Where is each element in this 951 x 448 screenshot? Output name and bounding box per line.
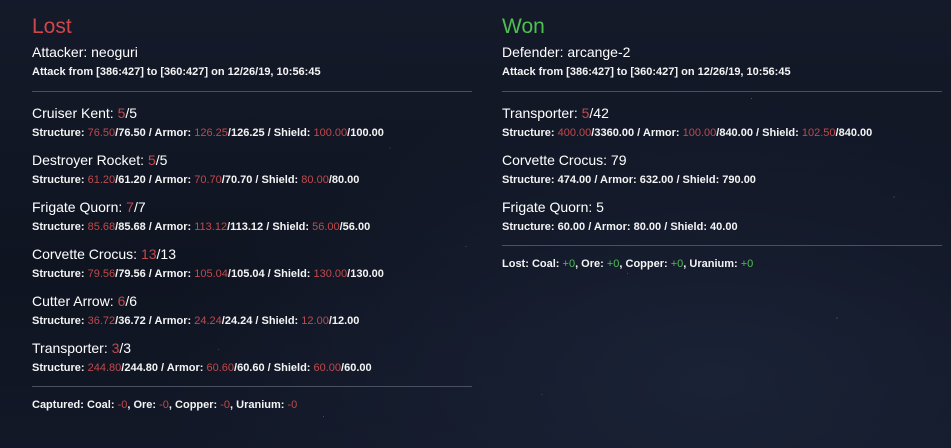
ship-stats: Structure: 85.68/85.68 / Armor: 113.12/1… [32, 221, 371, 233]
battle-result-won: Won [502, 15, 545, 38]
ship-entry: Frigate Quorn: 7/7 Structure: 85.68/85.6… [32, 198, 472, 233]
divider [502, 245, 942, 246]
ship-name: Cutter Arrow: 6/6 [32, 293, 138, 309]
divider [32, 386, 472, 387]
ship-entry: Cutter Arrow: 6/6 Structure: 36.72/36.72… [32, 292, 472, 327]
ship-stats: Structure: 244.80/244.80 / Armor: 60.60/… [32, 362, 372, 374]
attacker-name: Attacker: neoguri [32, 44, 138, 60]
ship-entry: Transporter: 3/3 Structure: 244.80/244.8… [32, 339, 472, 374]
captured-resources: Captured: Coal: -0, Ore: -0, Copper: -0,… [32, 399, 298, 411]
ship-name: Cruiser Kent: 5/5 [32, 105, 138, 121]
divider [502, 91, 942, 92]
ship-stats: Structure: 61.20/61.20 / Armor: 70.70/70… [32, 174, 360, 186]
attack-info: Attack from [386:427] to [360:427] on 12… [32, 66, 321, 78]
ship-entry: Corvette Crocus: 13/13 Structure: 79.56/… [32, 245, 472, 280]
divider [32, 91, 472, 92]
ship-stats: Structure: 79.56/79.56 / Armor: 105.04/1… [32, 268, 384, 280]
ship-entry: Corvette Crocus: 79 Structure: 474.00 / … [502, 151, 942, 186]
ship-name: Transporter: 5/42 [502, 105, 609, 121]
ship-name: Transporter: 3/3 [32, 340, 132, 356]
ship-entry: Transporter: 5/42 Structure: 400.00/3360… [502, 104, 942, 139]
attack-info: Attack from [386:427] to [360:427] on 12… [502, 66, 791, 78]
ship-stats: Structure: 400.00/3360.00 / Armor: 100.0… [502, 127, 873, 139]
ship-entry: Destroyer Rocket: 5/5 Structure: 61.20/6… [32, 151, 472, 186]
ship-entry: Frigate Quorn: 5 Structure: 60.00 / Armo… [502, 198, 942, 233]
ship-stats: Structure: 60.00 / Armor: 80.00 / Shield… [502, 221, 738, 233]
attacker-report: Lost Attacker: neoguri Attack from [386:… [32, 14, 472, 411]
ship-stats: Structure: 76.50/76.50 / Armor: 126.25/1… [32, 127, 384, 139]
defender-name: Defender: arcange-2 [502, 44, 631, 60]
defender-report: Won Defender: arcange-2 Attack from [386… [502, 14, 942, 270]
battle-result-lost: Lost [32, 15, 72, 38]
ship-stats: Structure: 36.72/36.72 / Armor: 24.24/24… [32, 315, 360, 327]
ship-name: Corvette Crocus: 79 [502, 152, 627, 168]
lost-resources: Lost: Coal: +0, Ore: +0, Copper: +0, Ura… [502, 258, 754, 270]
ship-stats: Structure: 474.00 / Armor: 632.00 / Shie… [502, 174, 756, 186]
ship-name: Corvette Crocus: 13/13 [32, 246, 176, 262]
ship-name: Destroyer Rocket: 5/5 [32, 152, 168, 168]
ship-name: Frigate Quorn: 7/7 [32, 199, 146, 215]
ship-name: Frigate Quorn: 5 [502, 199, 604, 215]
ship-entry: Cruiser Kent: 5/5 Structure: 76.50/76.50… [32, 104, 472, 139]
